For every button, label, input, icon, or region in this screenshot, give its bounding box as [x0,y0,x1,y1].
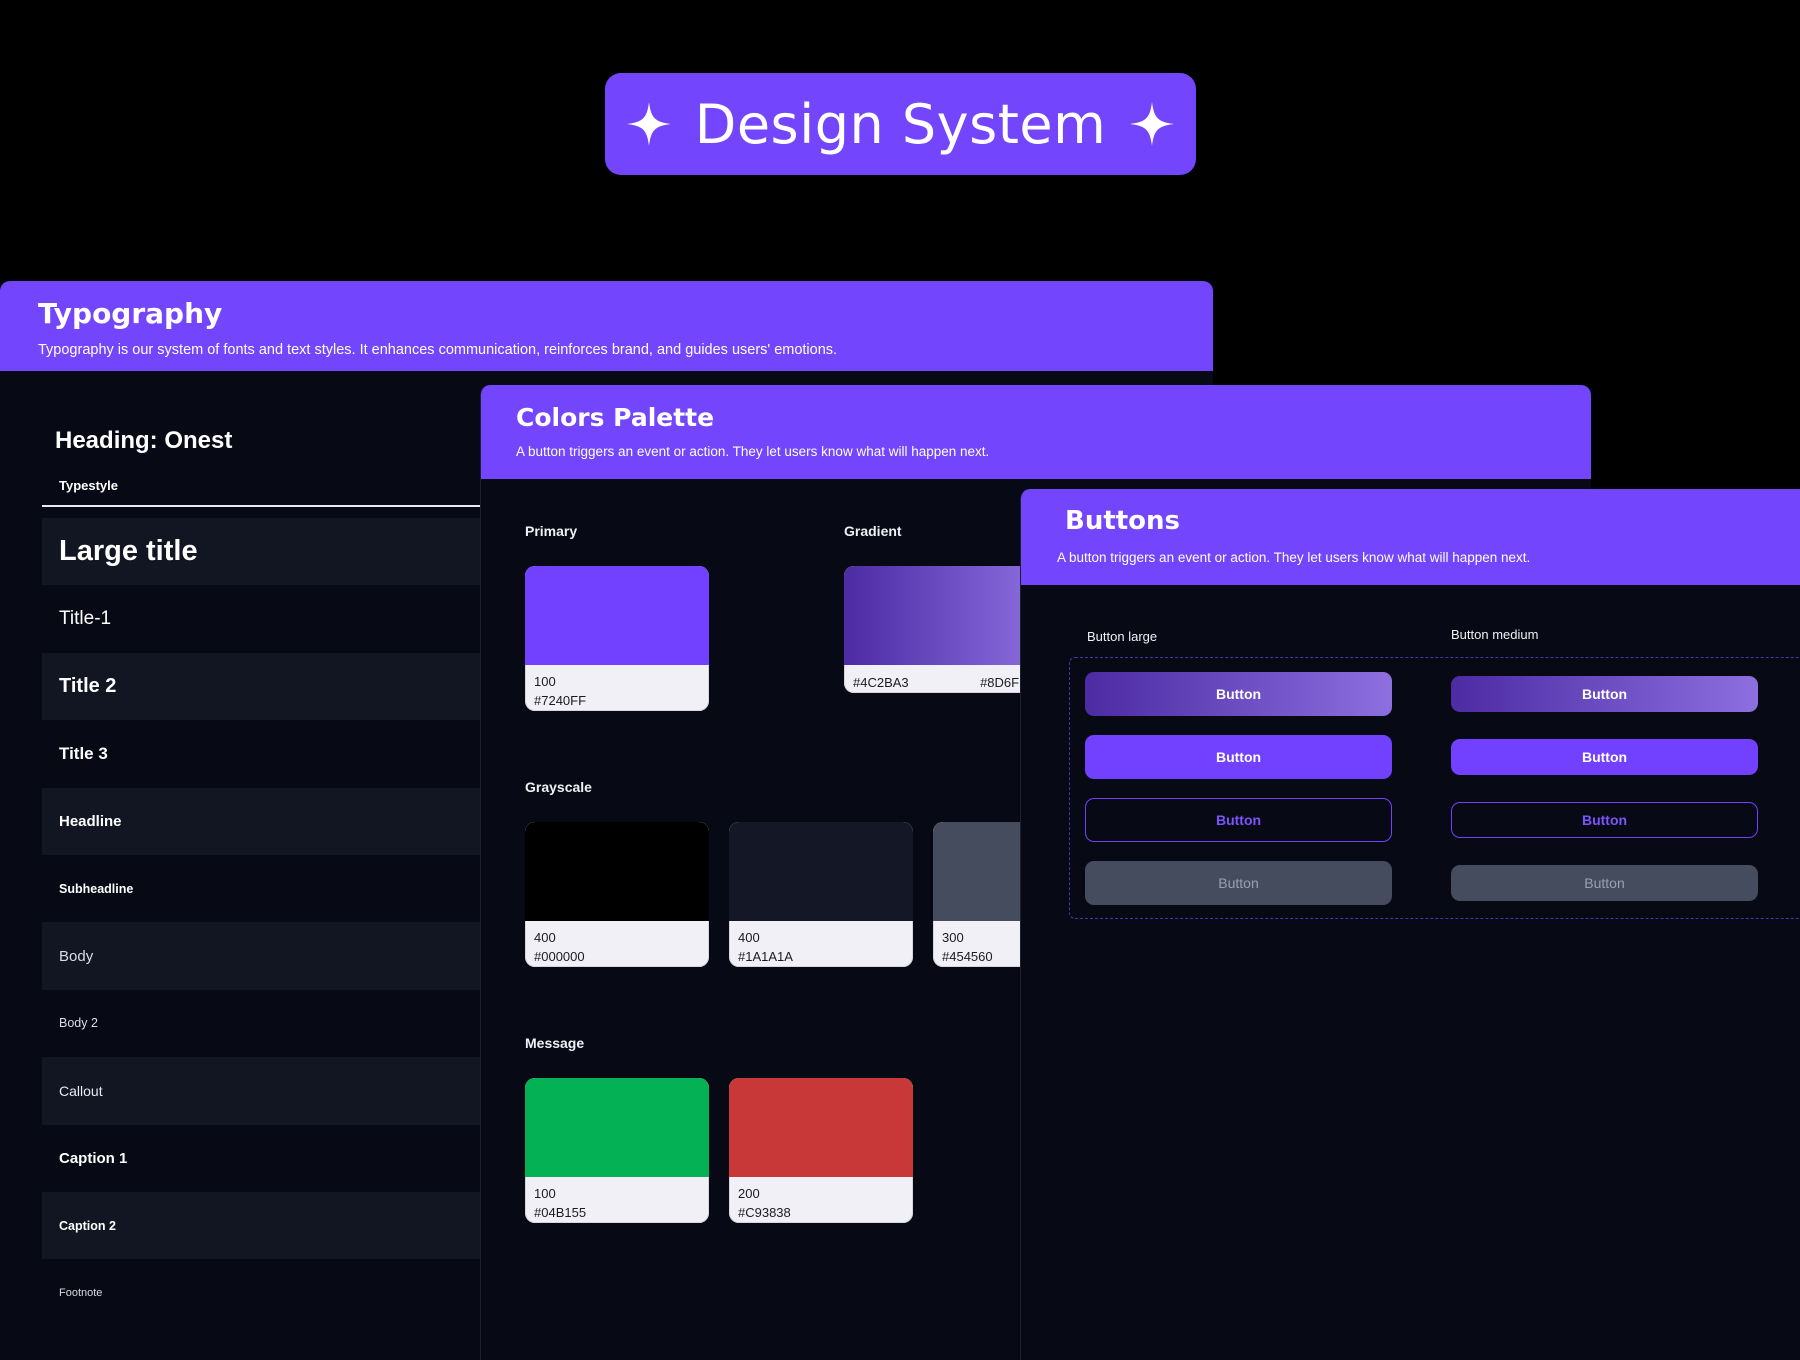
colors-title: Colors Palette [516,403,715,432]
swatch-shade: 100 [534,674,556,689]
sparkle-icon [1130,102,1175,146]
swatch-fill [729,1078,913,1177]
typestyle-name: Callout [59,1082,103,1099]
typography-header: Typography Typography is our system of f… [0,281,1213,371]
typestyle-name: Body [59,947,94,965]
typestyle-row: Title 2 [42,652,482,721]
swatch-shade: 400 [738,930,760,945]
message-label: Message [525,1035,585,1051]
swatch-fill [844,566,1044,665]
gradient-from-hex: #4C2BA3 [853,675,909,690]
swatch-hex: #000000 [534,949,585,964]
typestyle-name: Subheadline [59,881,134,896]
button-large-label: Button large [1087,629,1158,644]
sparkle-icon [626,102,671,146]
typestyle-row: Subheadline [42,855,482,922]
typestyle-name: Body 2 [59,1016,98,1031]
typestyle-row: Large title [42,518,482,586]
swatch-shade: 400 [534,930,556,945]
typestyle-row: Footnote [42,1259,482,1326]
typestyle-name: Headline [59,812,122,830]
typestyle-row: Headline [42,787,482,855]
typestyle-row: Body [42,922,482,990]
button-large-primary[interactable]: Button [1085,735,1392,779]
button-medium-disabled[interactable]: Button [1451,865,1758,901]
swatch-shade: 100 [534,1186,556,1201]
swatch-hex: #1A1A1A [738,949,793,964]
buttons-description: A button triggers an event or action. Th… [1057,550,1531,565]
typestyle-list: Large title Title-1 Title 2 Title 3 Head… [42,518,482,1327]
typography-title: Typography [38,297,223,330]
button-medium-primary[interactable]: Button [1451,739,1758,775]
typestyle-row: Title 3 [42,720,482,787]
typestyle-name: Title-1 [59,608,112,630]
colors-description: A button triggers an event or action. Th… [516,444,990,459]
color-swatch-error[interactable]: 200 #C93838 [729,1078,913,1223]
swatch-fill [525,566,709,665]
typestyle-name: Title 2 [59,674,117,697]
button-large-gradient[interactable]: Button [1085,672,1392,716]
color-swatch-grayscale[interactable]: 400 #000000 [525,822,709,967]
swatch-fill [525,1078,709,1177]
swatch-shade: 200 [738,1186,760,1201]
buttons-panel: Buttons A button triggers an event or ac… [1020,489,1800,1360]
swatch-hex: #04B155 [534,1205,587,1220]
typestyle-tab[interactable]: Typestyle [59,478,118,493]
design-system-badge: Design System [605,73,1196,175]
typestyle-row: Caption 1 [42,1125,482,1192]
buttons-title: Buttons [1065,506,1181,536]
typestyle-name: Footnote [59,1286,103,1299]
colors-header: Colors Palette A button triggers an even… [481,385,1591,479]
design-system-title: Design System [694,92,1107,156]
button-medium-gradient[interactable]: Button [1451,676,1758,712]
typestyle-name: Title 3 [59,743,108,763]
swatch-fill [729,822,913,921]
button-medium-outline[interactable]: Button [1451,802,1758,838]
primary-label: Primary [525,523,578,539]
grayscale-label: Grayscale [525,779,592,795]
typestyle-row: Title-1 [42,585,482,652]
typestyle-row: Body 2 [42,990,482,1057]
color-swatch-gradient[interactable]: #4C2BA3 #8D6FE0 [844,566,1044,693]
typestyle-name: Large title [59,535,198,568]
color-swatch-primary[interactable]: 100 #7240FF [525,566,709,711]
typestyle-row: Callout [42,1057,482,1125]
color-swatch-grayscale[interactable]: 400 #1A1A1A [729,822,913,967]
swatch-hex: #C93838 [738,1205,791,1220]
typestyle-name: Caption 2 [59,1218,116,1233]
button-large-disabled[interactable]: Button [1085,861,1392,905]
swatch-fill [525,822,709,921]
typestyle-name: Caption 1 [59,1149,128,1167]
buttons-header: Buttons A button triggers an event or ac… [1021,489,1800,585]
gradient-label: Gradient [844,523,902,539]
swatch-hex: #7240FF [534,693,587,708]
color-swatch-success[interactable]: 100 #04B155 [525,1078,709,1223]
button-large-outline[interactable]: Button [1085,798,1392,842]
typography-description: Typography is our system of fonts and te… [38,342,838,358]
button-medium-label: Button medium [1451,627,1539,642]
heading-font-label: Heading: Onest [55,427,233,454]
typestyle-underline [42,505,482,507]
typestyle-row: Caption 2 [42,1191,482,1260]
